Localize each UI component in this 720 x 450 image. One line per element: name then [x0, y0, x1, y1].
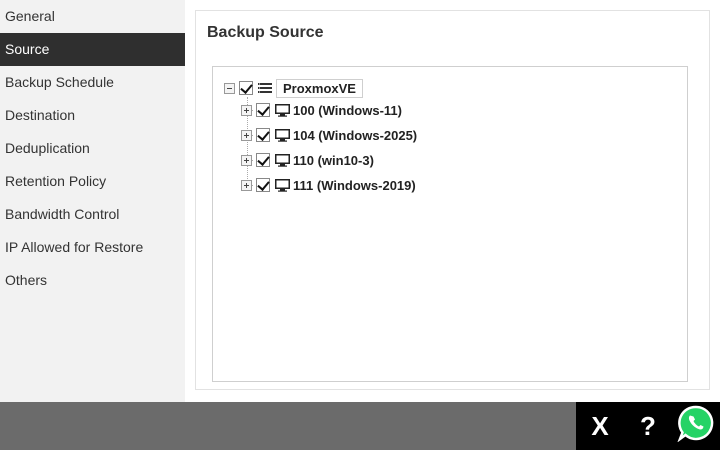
- sidebar-item-source[interactable]: Source: [0, 33, 185, 66]
- vm-node-label[interactable]: 104 (Windows-2025): [293, 128, 417, 143]
- vm-node-label[interactable]: 110 (win10-3): [293, 153, 374, 168]
- source-tree: ProxmoxVE 100 (Windows-11) 104 (Windows-…: [212, 66, 688, 382]
- expand-toggle[interactable]: [241, 179, 252, 191]
- sidebar-item-deduplication[interactable]: Deduplication: [0, 132, 185, 165]
- sidebar-item-retention-policy[interactable]: Retention Policy: [0, 165, 185, 198]
- monitor-icon: [274, 178, 290, 192]
- main-content: Backup Source ProxmoxVE 100 (Windows-11)…: [185, 0, 720, 402]
- monitor-icon: [274, 103, 290, 117]
- tree-vm-node: 104 (Windows-2025): [241, 125, 417, 145]
- tree-vm-node: 100 (Windows-11): [241, 100, 402, 120]
- vm-checkbox[interactable]: [256, 128, 270, 142]
- collapse-toggle[interactable]: [224, 82, 235, 94]
- monitor-icon: [274, 128, 290, 142]
- bottom-bar: X ?: [0, 402, 720, 450]
- sidebar-item-destination[interactable]: Destination: [0, 99, 185, 132]
- server-list-icon: [257, 81, 273, 95]
- sidebar-item-bandwidth-control[interactable]: Bandwidth Control: [0, 198, 185, 231]
- sidebar-item-backup-schedule[interactable]: Backup Schedule: [0, 66, 185, 99]
- vm-checkbox[interactable]: [256, 103, 270, 117]
- action-group: X ?: [576, 402, 720, 450]
- whatsapp-button[interactable]: [676, 404, 716, 449]
- tree-vm-node: 111 (Windows-2019): [241, 175, 416, 195]
- vm-checkbox[interactable]: [256, 178, 270, 192]
- tree-vm-node: 110 (win10-3): [241, 150, 374, 170]
- monitor-icon: [274, 153, 290, 167]
- expand-toggle[interactable]: [241, 129, 252, 141]
- backup-source-panel: Backup Source ProxmoxVE 100 (Windows-11)…: [195, 10, 710, 390]
- close-button[interactable]: X: [580, 406, 620, 446]
- vm-node-label[interactable]: 100 (Windows-11): [293, 103, 402, 118]
- page-title: Backup Source: [207, 24, 324, 41]
- sidebar-nav: General Source Backup Schedule Destinati…: [0, 0, 185, 402]
- vm-checkbox[interactable]: [256, 153, 270, 167]
- vm-node-label[interactable]: 111 (Windows-2019): [293, 178, 416, 193]
- sidebar-item-others[interactable]: Others: [0, 264, 185, 297]
- tree-root-node: ProxmoxVE: [224, 78, 363, 98]
- sidebar-item-ip-allowed-for-restore[interactable]: IP Allowed for Restore: [0, 231, 185, 264]
- whatsapp-icon: [677, 404, 715, 449]
- expand-toggle[interactable]: [241, 104, 252, 116]
- help-button[interactable]: ?: [628, 406, 668, 446]
- root-node-label[interactable]: ProxmoxVE: [276, 78, 363, 98]
- expand-toggle[interactable]: [241, 154, 252, 166]
- root-checkbox[interactable]: [239, 81, 253, 95]
- sidebar-item-general[interactable]: General: [0, 0, 185, 33]
